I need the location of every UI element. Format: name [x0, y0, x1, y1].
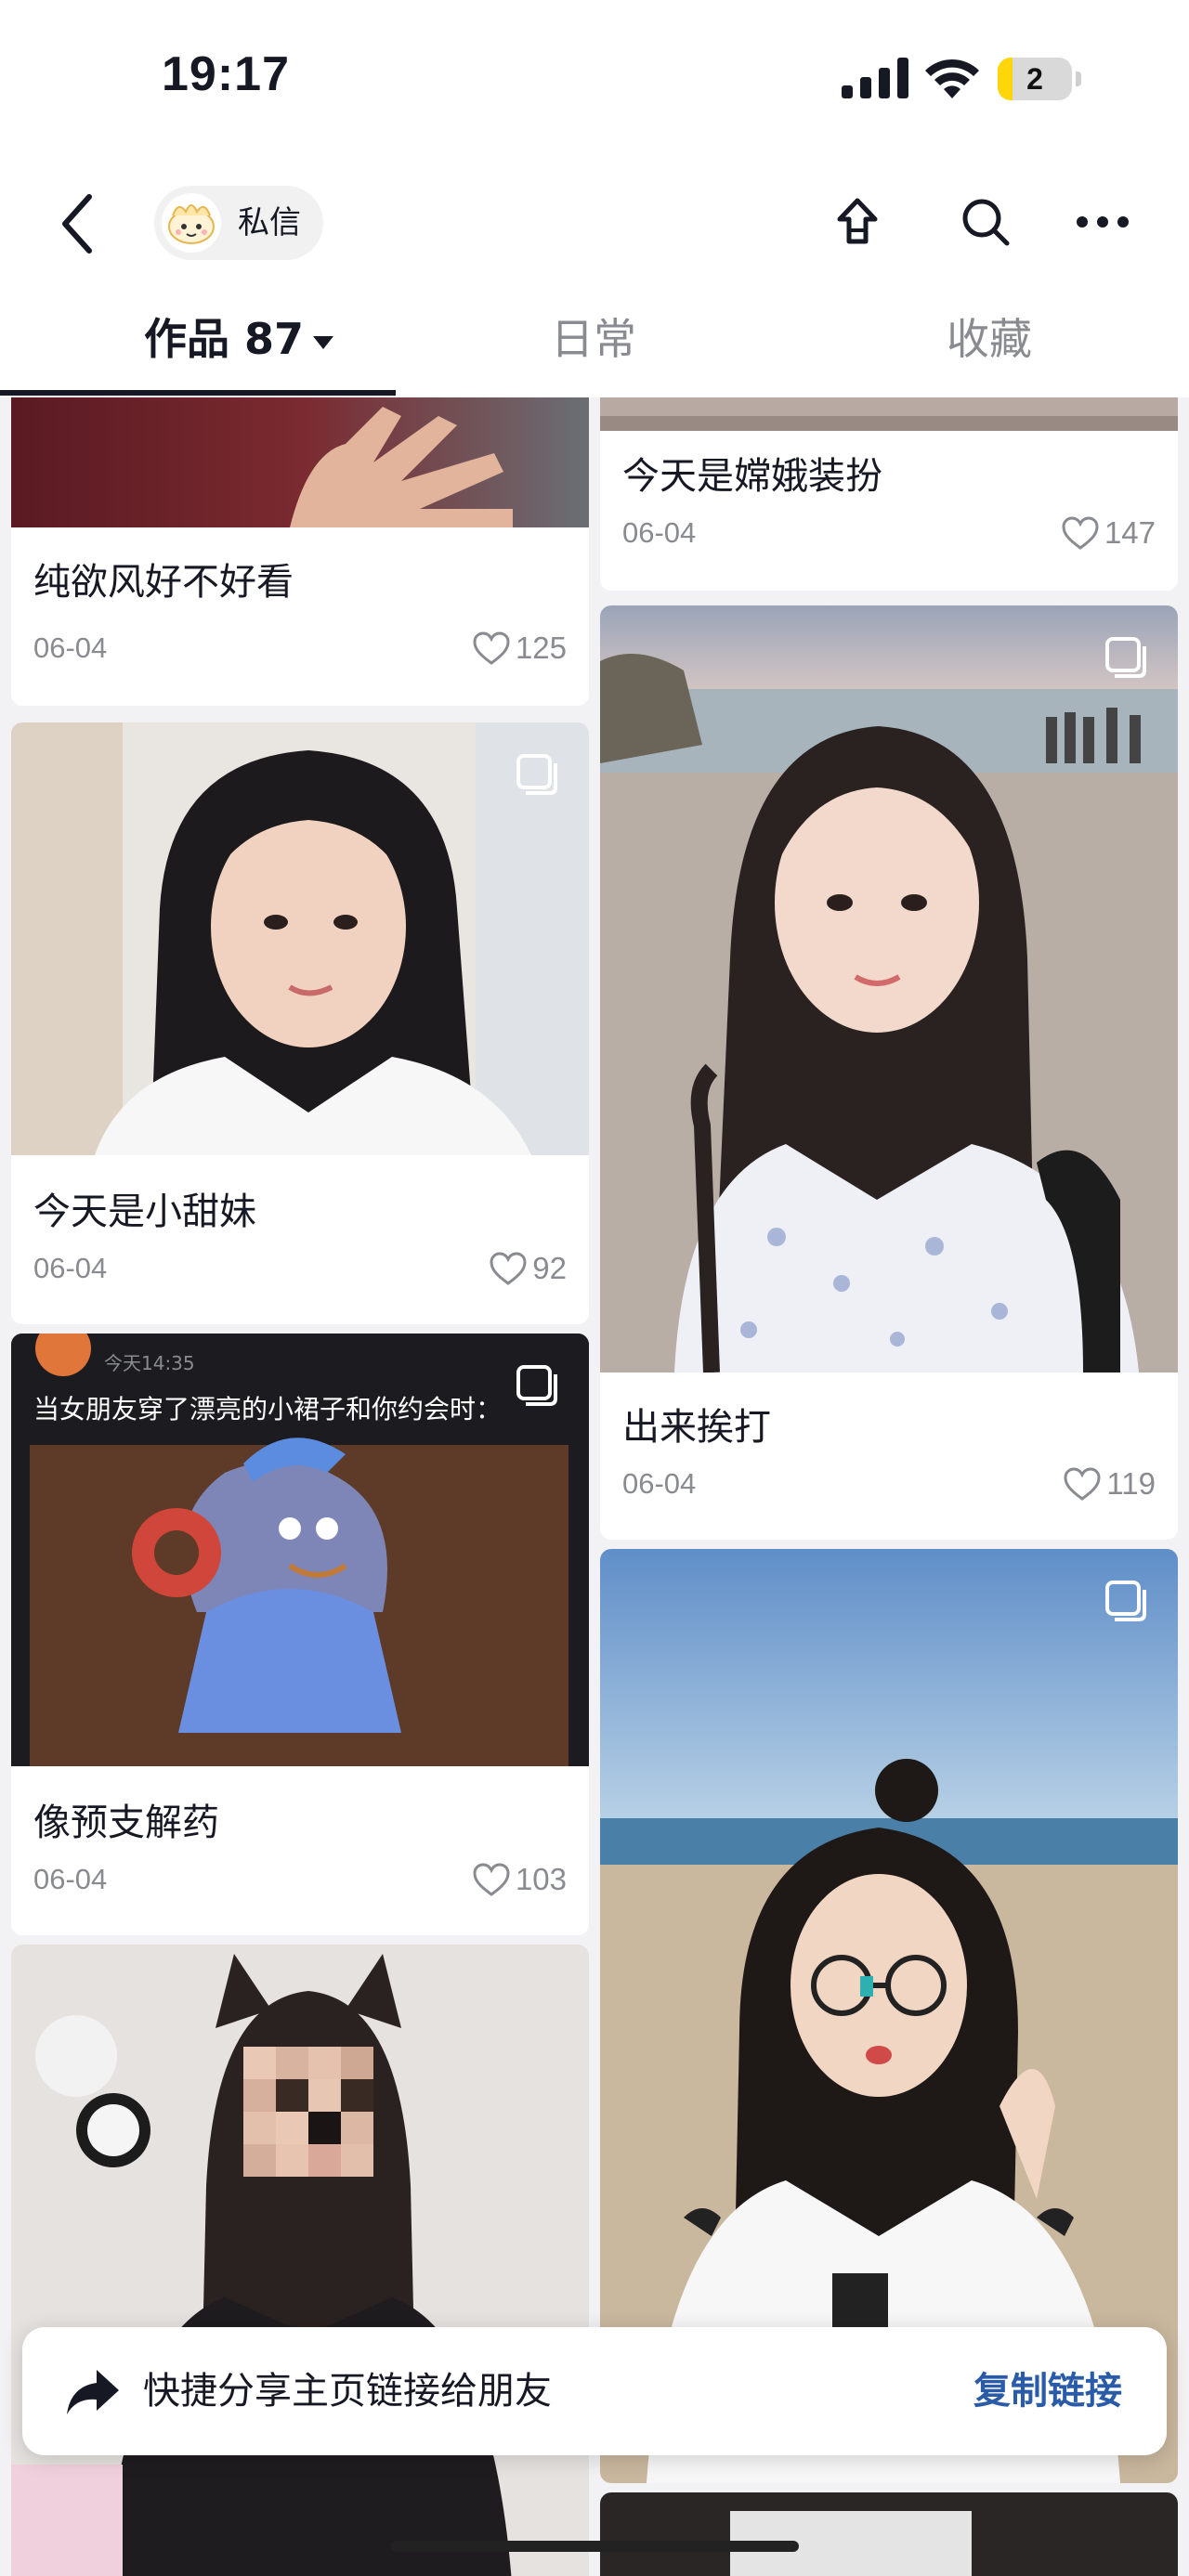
post-thumbnail	[600, 397, 1178, 431]
tab-daily[interactable]: 日常	[396, 297, 791, 390]
copy-link-button[interactable]: 复制链接	[973, 2327, 1122, 2455]
home-indicator	[390, 2541, 799, 2552]
post-likes-count: 92	[532, 1251, 567, 1285]
post-title: 今天是嫦娥装扮	[622, 455, 882, 498]
profile-header: 19:17 2 私信 作品 87 日常 收藏	[0, 0, 1189, 397]
status-time: 19:17	[162, 47, 290, 101]
post-card[interactable]: 今天是小甜妹 06-04 92	[11, 722, 589, 1324]
post-likes-count: 125	[515, 631, 567, 665]
profile-tabs: 作品 87 日常 收藏	[0, 297, 1189, 397]
heart-icon	[473, 1863, 510, 1896]
post-card[interactable]: 今天14:35 当女朋友穿了漂亮的小裙子和你约会时： 像预支解药 06-04 1…	[11, 1334, 589, 1935]
heart-icon	[1064, 1467, 1101, 1501]
search-icon[interactable]	[951, 188, 1020, 256]
heart-icon	[490, 1252, 527, 1285]
wifi-icon	[925, 59, 979, 98]
post-likes-count: 147	[1104, 515, 1156, 550]
post-thumbnail	[11, 722, 589, 1155]
dm-label: 私信	[238, 204, 301, 241]
share-profile-toast[interactable]: 快捷分享主页链接给朋友 复制链接	[22, 2327, 1167, 2455]
multi-image-icon	[516, 754, 557, 795]
cellular-signal-icon	[842, 58, 908, 98]
post-likes[interactable]: 103	[473, 1861, 567, 1898]
post-likes-count: 103	[515, 1862, 567, 1896]
post-title: 纯欲风好不好看	[33, 561, 294, 604]
tab-daily-label: 日常	[551, 314, 636, 364]
dropdown-caret-icon	[313, 335, 334, 349]
post-likes[interactable]: 119	[1064, 1465, 1156, 1503]
post-likes[interactable]: 92	[490, 1250, 567, 1287]
battery-indicator: 2	[998, 58, 1081, 100]
tab-favorites-label: 收藏	[947, 314, 1032, 364]
post-date: 06-04	[622, 1467, 697, 1500]
post-thumbnail	[11, 1945, 589, 2576]
post-title: 出来挨打	[622, 1406, 771, 1449]
post-date: 06-04	[33, 631, 108, 664]
post-thumbnail: 今天14:35 当女朋友穿了漂亮的小裙子和你约会时：	[11, 1334, 589, 1766]
multi-image-icon	[516, 1365, 557, 1406]
post-title: 今天是小甜妹	[33, 1190, 256, 1233]
post-likes-count: 119	[1106, 1466, 1156, 1501]
tab-works[interactable]: 作品 87	[41, 297, 437, 390]
post-date: 06-04	[33, 1252, 108, 1284]
dm-avatar-icon	[162, 193, 221, 253]
multi-image-icon	[1105, 637, 1146, 678]
meme-post-caption: 当女朋友穿了漂亮的小裙子和你约会时：	[33, 1394, 503, 1425]
tab-works-label: 作品 87	[143, 314, 305, 364]
works-grid: 纯欲风好不好看 06-04 125 今天是嫦娥装扮 06-04 147 今天是小…	[0, 397, 1189, 2576]
post-card[interactable]	[11, 1945, 589, 2576]
post-card[interactable]	[600, 2492, 1178, 2576]
post-card[interactable]: 出来挨打 06-04 119	[600, 605, 1178, 1540]
multi-image-icon	[1105, 1581, 1146, 1621]
meme-post-time: 今天14:35	[104, 1352, 195, 1374]
post-likes[interactable]: 125	[473, 630, 567, 667]
heart-icon	[473, 631, 510, 665]
share-arrow-icon	[67, 2370, 119, 2414]
direct-message-button[interactable]: 私信	[154, 186, 323, 260]
pin-top-icon[interactable]	[823, 188, 892, 256]
post-thumbnail	[600, 605, 1178, 1373]
share-prompt-text: 快捷分享主页链接给朋友	[143, 2370, 552, 2413]
post-thumbnail	[11, 397, 589, 527]
post-card[interactable]: 纯欲风好不好看 06-04 125	[11, 397, 589, 706]
post-thumbnail	[600, 2492, 1178, 2576]
post-date: 06-04	[33, 1863, 108, 1895]
battery-percent: 2	[1026, 62, 1043, 96]
post-title: 像预支解药	[33, 1802, 219, 1844]
tab-favorites[interactable]: 收藏	[791, 297, 1187, 390]
post-date: 06-04	[622, 516, 697, 549]
heart-icon	[1062, 516, 1099, 550]
active-tab-indicator	[0, 390, 396, 396]
post-card[interactable]: 今天是嫦娥装扮 06-04 147	[600, 397, 1178, 591]
more-options-icon[interactable]	[1068, 188, 1137, 256]
post-likes[interactable]: 147	[1062, 514, 1156, 552]
back-button[interactable]	[52, 189, 104, 258]
